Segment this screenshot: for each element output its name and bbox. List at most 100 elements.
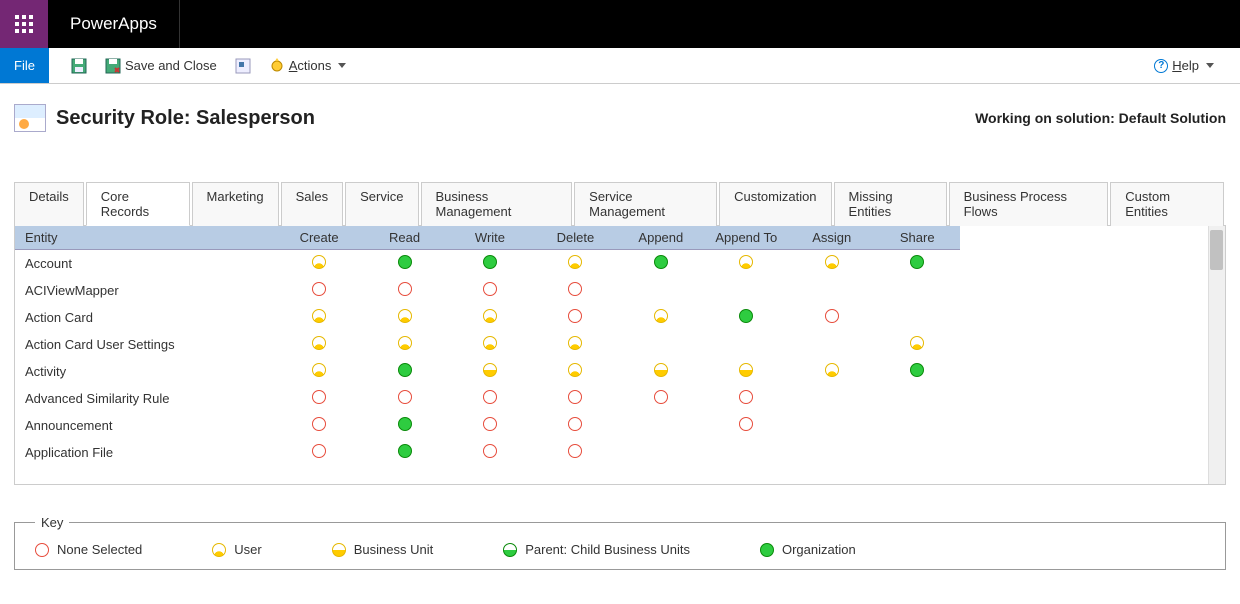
privilege-org-icon[interactable] <box>739 309 753 323</box>
privilege-user-icon[interactable] <box>483 309 497 323</box>
column-header[interactable]: Append <box>618 226 703 250</box>
privilege-bu-icon[interactable] <box>654 363 668 377</box>
privilege-org-icon[interactable] <box>398 363 412 377</box>
privilege-org-icon[interactable] <box>398 417 412 431</box>
privilege-cell[interactable] <box>276 439 361 466</box>
column-header[interactable]: Assign <box>789 226 874 250</box>
tab-business-process-flows[interactable]: Business Process Flows <box>949 182 1109 226</box>
privilege-none-icon[interactable] <box>568 417 582 431</box>
privilege-bu-icon[interactable] <box>483 363 497 377</box>
privilege-cell[interactable] <box>533 358 618 385</box>
privilege-org-icon[interactable] <box>654 255 668 269</box>
privilege-cell[interactable] <box>276 358 361 385</box>
privilege-cell[interactable] <box>276 250 361 278</box>
privilege-user-icon[interactable] <box>568 255 582 269</box>
tab-details[interactable]: Details <box>14 182 84 226</box>
privilege-cell[interactable] <box>704 250 789 278</box>
privilege-user-icon[interactable] <box>312 336 326 350</box>
privilege-user-icon[interactable] <box>483 336 497 350</box>
privilege-org-icon[interactable] <box>910 255 924 269</box>
privilege-cell[interactable] <box>789 250 874 278</box>
privilege-cell[interactable] <box>533 331 618 358</box>
privilege-cell[interactable] <box>362 385 447 412</box>
privilege-cell[interactable] <box>447 385 532 412</box>
privilege-none-icon[interactable] <box>568 309 582 323</box>
privilege-cell[interactable] <box>789 358 874 385</box>
privilege-cell[interactable] <box>533 385 618 412</box>
privilege-cell[interactable] <box>447 277 532 304</box>
privilege-cell[interactable] <box>704 304 789 331</box>
tab-customization[interactable]: Customization <box>719 182 831 226</box>
privilege-cell[interactable] <box>874 331 960 358</box>
column-header[interactable]: Read <box>362 226 447 250</box>
privilege-user-icon[interactable] <box>654 309 668 323</box>
privilege-cell[interactable] <box>362 277 447 304</box>
privilege-cell[interactable] <box>704 412 789 439</box>
save-button[interactable] <box>67 56 91 76</box>
privilege-org-icon[interactable] <box>398 255 412 269</box>
privilege-cell[interactable] <box>447 358 532 385</box>
scrollbar-thumb[interactable] <box>1210 230 1223 270</box>
privilege-user-icon[interactable] <box>568 336 582 350</box>
privilege-user-icon[interactable] <box>825 255 839 269</box>
privilege-user-icon[interactable] <box>398 309 412 323</box>
entity-name[interactable]: Application File <box>15 439 276 466</box>
file-button[interactable]: File <box>0 48 49 83</box>
help-menu-button[interactable]: ? Help <box>1150 56 1218 75</box>
privilege-cell[interactable] <box>874 250 960 278</box>
entity-name[interactable]: Action Card User Settings <box>15 331 276 358</box>
privilege-none-icon[interactable] <box>483 390 497 404</box>
tab-business-management[interactable]: Business Management <box>421 182 573 226</box>
privilege-cell[interactable] <box>618 358 703 385</box>
privilege-cell[interactable] <box>618 385 703 412</box>
privilege-cell[interactable] <box>362 304 447 331</box>
privilege-bu-icon[interactable] <box>739 363 753 377</box>
privilege-cell[interactable] <box>447 250 532 278</box>
column-header[interactable]: Entity <box>15 226 276 250</box>
privilege-user-icon[interactable] <box>398 336 412 350</box>
privilege-none-icon[interactable] <box>398 282 412 296</box>
privilege-none-icon[interactable] <box>739 390 753 404</box>
privilege-cell[interactable] <box>276 304 361 331</box>
privilege-cell[interactable] <box>874 358 960 385</box>
privilege-user-icon[interactable] <box>312 255 326 269</box>
tab-missing-entities[interactable]: Missing Entities <box>834 182 947 226</box>
privilege-none-icon[interactable] <box>825 309 839 323</box>
privilege-cell[interactable] <box>533 304 618 331</box>
privilege-none-icon[interactable] <box>568 282 582 296</box>
privilege-user-icon[interactable] <box>312 309 326 323</box>
privilege-cell[interactable] <box>533 277 618 304</box>
tab-marketing[interactable]: Marketing <box>192 182 279 226</box>
privilege-cell[interactable] <box>362 250 447 278</box>
column-header[interactable]: Share <box>874 226 960 250</box>
save-close-button[interactable]: Save and Close <box>101 56 221 76</box>
entity-name[interactable]: Announcement <box>15 412 276 439</box>
column-header[interactable]: Create <box>276 226 361 250</box>
privilege-none-icon[interactable] <box>398 390 412 404</box>
privilege-cell[interactable] <box>276 385 361 412</box>
column-header[interactable]: Append To <box>704 226 789 250</box>
privilege-cell[interactable] <box>704 385 789 412</box>
privilege-none-icon[interactable] <box>312 390 326 404</box>
privilege-org-icon[interactable] <box>398 444 412 458</box>
privilege-user-icon[interactable] <box>910 336 924 350</box>
privilege-user-icon[interactable] <box>825 363 839 377</box>
privilege-cell[interactable] <box>618 250 703 278</box>
privilege-org-icon[interactable] <box>483 255 497 269</box>
privilege-cell[interactable] <box>362 331 447 358</box>
app-launcher-icon[interactable] <box>0 0 48 48</box>
column-header[interactable]: Write <box>447 226 532 250</box>
privilege-none-icon[interactable] <box>568 444 582 458</box>
privilege-cell[interactable] <box>276 277 361 304</box>
privilege-cell[interactable] <box>447 331 532 358</box>
privilege-none-icon[interactable] <box>312 444 326 458</box>
privilege-cell[interactable] <box>533 412 618 439</box>
privilege-none-icon[interactable] <box>312 417 326 431</box>
tab-service[interactable]: Service <box>345 182 418 226</box>
privilege-none-icon[interactable] <box>739 417 753 431</box>
privilege-cell[interactable] <box>789 304 874 331</box>
entity-name[interactable]: Activity <box>15 358 276 385</box>
privilege-user-icon[interactable] <box>312 363 326 377</box>
tab-service-management[interactable]: Service Management <box>574 182 717 226</box>
privilege-cell[interactable] <box>704 358 789 385</box>
